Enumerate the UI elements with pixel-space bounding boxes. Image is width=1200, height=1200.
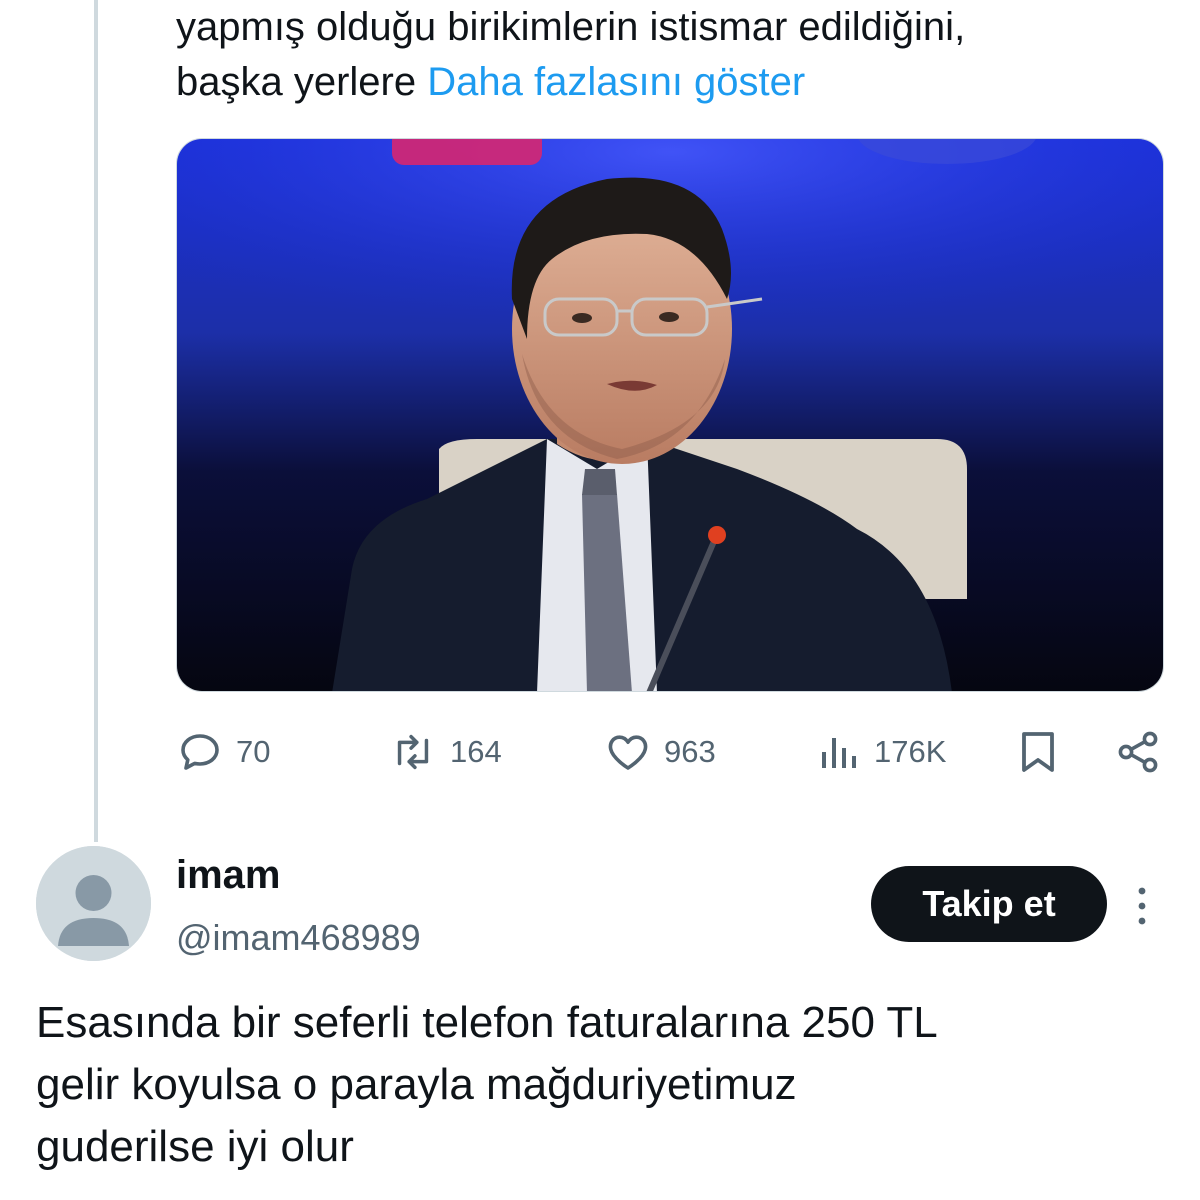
share-button[interactable] (1114, 722, 1162, 782)
reply-text: Esasında bir seferli telefon faturaların… (36, 992, 1176, 1178)
heart-icon (608, 735, 648, 770)
reply-handle[interactable]: @imam468989 (176, 915, 421, 961)
tweet-text-line-2-text: başka yerlere (176, 60, 428, 104)
repost-count: 164 (450, 734, 502, 769)
bar-chart-icon (822, 738, 856, 768)
comment-bubble-icon (181, 734, 219, 770)
reply-text-line-2: gelir koyulsa o parayla mağduriyetimuz (36, 1060, 797, 1109)
repost-button[interactable]: 164 (388, 722, 502, 782)
repost-arrows-icon (397, 734, 429, 770)
views-button[interactable]: 176K (818, 722, 946, 782)
show-more-link[interactable]: Daha fazlasını göster (427, 60, 805, 104)
share-icon (1118, 731, 1158, 773)
reply-button[interactable]: 70 (176, 722, 270, 782)
reply-count: 70 (236, 734, 271, 769)
tweet-media-photo[interactable] (176, 138, 1164, 692)
like-button[interactable]: 963 (604, 722, 716, 782)
tweet-text: yapmış olduğu birikimlerin istismar edil… (176, 0, 1166, 110)
avatar[interactable] (36, 846, 151, 961)
tweet-text-line-1: yapmış olduğu birikimlerin istismar edil… (176, 5, 966, 49)
bookmark-icon (1022, 732, 1054, 772)
default-avatar-icon (36, 846, 151, 961)
bookmark-button[interactable] (1016, 722, 1060, 782)
reply-display-name[interactable]: imam (176, 850, 281, 900)
like-count: 963 (664, 734, 716, 769)
reply-text-line-3: guderilse iyi olur (36, 1122, 354, 1171)
follow-button[interactable]: Takip et (871, 866, 1107, 942)
views-count: 176K (874, 734, 947, 769)
more-options-button[interactable] (1124, 876, 1160, 936)
reply-text-line-1: Esasında bir seferli telefon faturaların… (36, 998, 938, 1047)
thread-connector-line (94, 0, 98, 842)
vertical-dots-icon (1138, 887, 1146, 925)
photo-illustration (177, 139, 1163, 691)
tweet-action-bar: 70 164 963 176K (176, 722, 1166, 782)
tweet-text-line-2: başka yerlere Daha fazlasını göster (176, 55, 1166, 110)
